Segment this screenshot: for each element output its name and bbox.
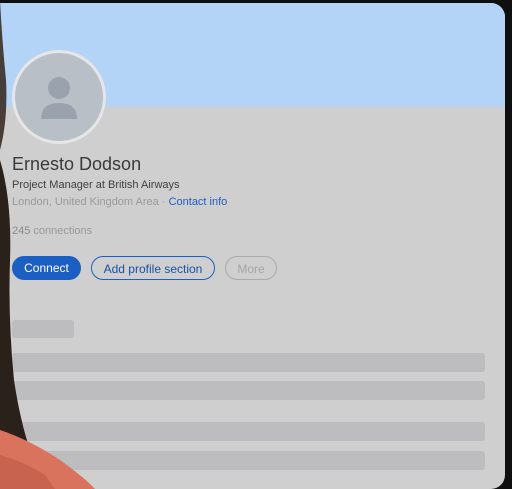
profile-location: London, United Kingdom Area <box>12 196 159 208</box>
skeleton-line <box>12 422 485 441</box>
separator-dot: · <box>161 196 166 208</box>
connect-button[interactable]: Connect <box>12 256 81 280</box>
more-button[interactable]: More <box>225 256 277 280</box>
profile-name: Ernesto Dodson <box>12 154 142 174</box>
profile-headline: Project Manager at British Airways <box>12 179 180 191</box>
skeleton-line <box>12 353 485 372</box>
profile-card: Ernesto Dodson Project Manager at Britis… <box>0 3 505 489</box>
contact-info-link[interactable]: Contact info <box>169 196 228 208</box>
avatar[interactable] <box>12 50 106 144</box>
skeleton-line <box>12 381 485 400</box>
skeleton-line <box>12 451 485 470</box>
add-profile-section-button[interactable]: Add profile section <box>91 256 215 280</box>
screenshot-scene: Ernesto Dodson Project Manager at Britis… <box>0 0 512 489</box>
skeleton-section-title <box>12 320 74 338</box>
default-person-icon <box>41 77 77 119</box>
connections-number: 245 <box>12 225 31 237</box>
connections-label: connections <box>33 225 93 237</box>
location-row: London, United Kingdom Area · Contact in… <box>12 196 227 208</box>
connections-count[interactable]: 245 connections <box>12 225 92 237</box>
